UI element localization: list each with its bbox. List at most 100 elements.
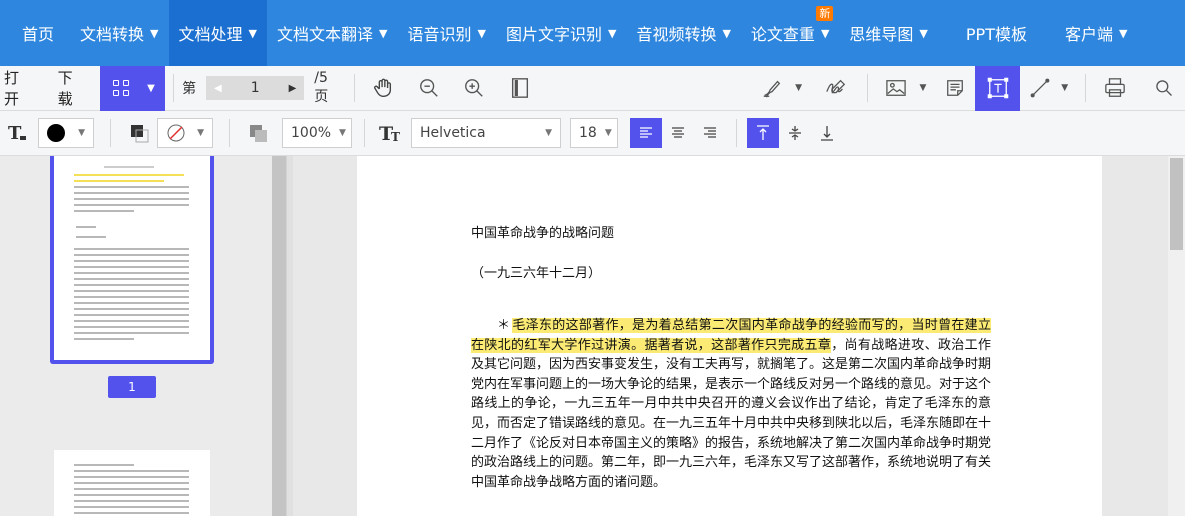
align-left-icon (640, 127, 652, 138)
opacity-button[interactable] (246, 111, 270, 156)
chevron-down-icon: ▼ (1118, 26, 1128, 40)
chevron-down-icon: ▼ (604, 128, 612, 138)
chevron-down-icon: ▼ (147, 82, 155, 94)
main-toolbar: 打开 下载 ▼ 第 ◀ 1 ▶ /5 页 ▼ ▼ ▼ (0, 65, 1185, 111)
black-color-swatch-icon (47, 124, 65, 142)
prev-page-button[interactable]: ◀ (206, 76, 230, 100)
page-thumbnail-2[interactable] (54, 450, 210, 516)
search-button[interactable] (1144, 66, 1185, 111)
sidebar-resize-handle[interactable] (286, 156, 293, 516)
nav-item-plagiarism-check[interactable]: 论文查重 ▼ 新 (741, 0, 839, 66)
valign-top-button[interactable] (747, 118, 779, 148)
nav-item-label: 语音识别 (407, 25, 472, 44)
align-center-button[interactable] (662, 118, 694, 148)
divider (867, 74, 869, 102)
valign-top-icon (757, 125, 769, 140)
font-family-select[interactable]: Helvetica ▼ (411, 118, 561, 148)
chevron-down-icon: ▼ (795, 83, 802, 93)
nav-item-home[interactable]: 首页 (0, 0, 70, 66)
signature-icon (825, 79, 845, 94)
pen-tool-button[interactable]: ▼ (751, 66, 812, 111)
open-button[interactable]: 打开 (0, 66, 39, 111)
note-button[interactable] (935, 66, 974, 111)
format-toolbar: T ▼ ▼ 100% ▼ TT Helvetica ▼ 18 ▼ (0, 111, 1185, 156)
print-button[interactable] (1094, 66, 1135, 111)
text-box-button[interactable] (974, 65, 1021, 111)
insert-image-button[interactable]: ▼ (876, 66, 935, 111)
divider (364, 119, 365, 147)
opacity-value: 100% (291, 125, 332, 141)
align-right-button[interactable] (694, 118, 726, 148)
zoom-out-icon (419, 79, 438, 97)
nav-item-client[interactable]: 客户端 ▼ (1055, 0, 1137, 66)
align-center-icon (672, 127, 684, 138)
divider (173, 74, 175, 102)
nav-item-label: 首页 (22, 25, 55, 44)
nav-item-doc-convert[interactable]: 文档转换 ▼ (70, 0, 168, 66)
nav-item-label: 文档处理 (178, 25, 243, 44)
hand-icon (374, 78, 392, 97)
nav-item-label: 音视频转换 (636, 25, 717, 44)
nav-item-speech-recognition[interactable]: 语音识别 ▼ (397, 0, 495, 66)
sidebar-scrollbar[interactable] (272, 156, 286, 516)
valign-bottom-button[interactable] (811, 118, 843, 148)
valign-bottom-icon (821, 126, 833, 141)
document-date: （一九三六年十二月） (471, 266, 602, 281)
chevron-down-icon: ▼ (722, 26, 731, 40)
line-tool-button[interactable]: ▼ (1020, 66, 1077, 111)
svg-text:T: T (391, 130, 400, 144)
nav-item-label: 文档文本翻译 (276, 25, 373, 44)
thumbnail-view-button[interactable]: ▼ (100, 65, 166, 111)
text-box-icon (987, 77, 1008, 99)
text-color-select[interactable]: ▼ (38, 118, 94, 148)
pen-icon (763, 80, 781, 98)
text-color-button[interactable]: T (0, 111, 34, 156)
opacity-select[interactable]: 100% ▼ (282, 118, 352, 148)
nav-item-doc-process[interactable]: 文档处理 ▼ (168, 0, 267, 66)
thumbnail-sidebar: 1 (0, 156, 272, 516)
new-badge: 新 (816, 6, 834, 21)
document-heading: 中国革命战争的战略问题 (471, 226, 615, 241)
nav-item-image-ocr[interactable]: 图片文字识别 ▼ (496, 0, 626, 66)
zoom-in-button[interactable] (453, 66, 494, 111)
nav-item-av-convert[interactable]: 音视频转换 ▼ (626, 0, 740, 66)
hand-tool-button[interactable] (363, 66, 404, 111)
fit-page-button[interactable] (499, 66, 540, 111)
line-icon (1030, 78, 1050, 98)
chevron-down-icon: ▼ (379, 26, 388, 40)
font-size-button[interactable]: TT (377, 111, 403, 156)
nav-item-label: 文档转换 (80, 25, 145, 44)
zoom-out-button[interactable] (408, 66, 449, 111)
chevron-down-icon: ▼ (919, 26, 928, 40)
signature-button[interactable] (812, 66, 859, 111)
align-left-button[interactable] (630, 118, 662, 148)
font-family-value: Helvetica (420, 125, 486, 141)
chevron-down-icon: ▼ (339, 128, 346, 138)
nav-item-doc-translate[interactable]: 文档文本翻译 ▼ (267, 0, 397, 66)
fill-color-button[interactable] (127, 111, 151, 156)
fill-color-select[interactable]: ▼ (157, 118, 213, 148)
scrollbar-thumb[interactable] (1170, 158, 1183, 250)
font-size-value: 18 (579, 125, 597, 141)
chevron-down-icon: ▼ (150, 26, 159, 40)
next-page-button[interactable]: ▶ (280, 76, 305, 100)
fill-color-icon (131, 125, 149, 143)
page-number-input[interactable]: 1 (229, 76, 281, 100)
download-button[interactable]: 下载 (53, 66, 93, 111)
document-scrollbar[interactable] (1168, 156, 1185, 516)
page-prefix: 第 (182, 81, 197, 97)
print-icon (1105, 78, 1125, 97)
fit-page-icon (511, 78, 528, 98)
document-viewer: 中国革命战争的战略问题 （一九三六年十二月） ＊毛泽东的这部著作，是为着总结第二… (293, 156, 1168, 516)
chevron-down-icon: ▼ (78, 128, 85, 138)
font-size-select[interactable]: 18 ▼ (570, 118, 618, 148)
top-navigation: 首页 文档转换 ▼ 文档处理 ▼ 文档文本翻译 ▼ 语音识别 ▼ 图片文字识别 ▼ 音视频… (0, 0, 1185, 66)
chevron-down-icon: ▼ (477, 26, 486, 40)
nav-item-label: PPT模板 (965, 25, 1027, 44)
chevron-down-icon: ▼ (545, 128, 552, 138)
valign-middle-button[interactable] (779, 118, 811, 148)
page-total: /5 页 (314, 70, 329, 105)
search-icon (1156, 80, 1173, 96)
nav-item-ppt-template[interactable]: PPT模板 (938, 0, 1055, 66)
nav-item-mind-map[interactable]: 思维导图 ▼ (839, 0, 937, 66)
